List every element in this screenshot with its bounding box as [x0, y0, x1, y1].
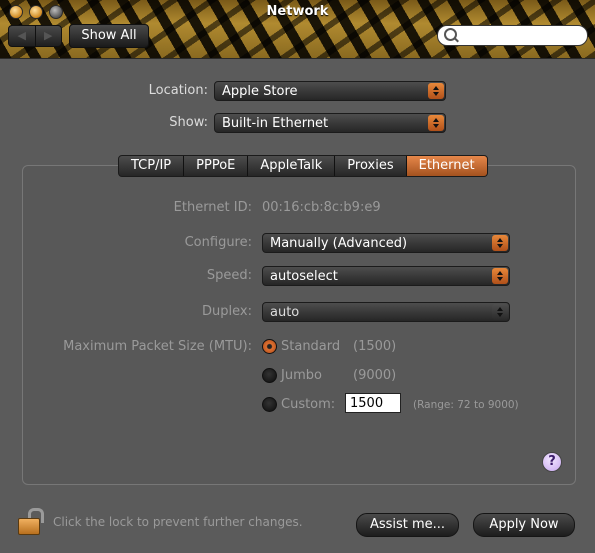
popup-arrows-icon: [492, 268, 508, 284]
duplex-select: auto: [262, 302, 510, 322]
tab-ethernet[interactable]: Ethernet: [406, 156, 487, 176]
configure-label: Configure:: [184, 235, 252, 250]
speed-select[interactable]: autoselect: [262, 266, 510, 286]
speed-value: autoselect: [270, 269, 338, 284]
mtu-custom-field[interactable]: 1500: [345, 393, 401, 413]
location-label: Location:: [148, 83, 208, 98]
configure-select[interactable]: Manually (Advanced): [262, 233, 510, 253]
mtu-jumbo-label: Jumbo: [281, 368, 322, 383]
toolbar: Network ◀ ▶ Show All: [0, 0, 595, 59]
mtu-custom-label: Custom:: [281, 397, 336, 412]
duplex-label: Duplex:: [202, 304, 252, 319]
tab-appletalk[interactable]: AppleTalk: [248, 156, 336, 176]
show-select[interactable]: Built-in Ethernet: [214, 113, 446, 133]
location-select[interactable]: Apple Store: [214, 81, 446, 101]
popup-arrows-icon: [492, 304, 508, 320]
mtu-standard-value: (1500): [353, 339, 397, 354]
assist-me-button[interactable]: Assist me...: [356, 513, 459, 537]
tab-proxies[interactable]: Proxies: [335, 156, 407, 176]
mtu-range-text: (Range: 72 to 9000): [413, 399, 519, 411]
tab-tcpip[interactable]: TCP/IP: [119, 156, 185, 176]
duplex-value: auto: [270, 305, 300, 320]
configure-value: Manually (Advanced): [270, 236, 408, 251]
mtu-jumbo-value: (9000): [353, 368, 397, 383]
back-arrow-icon[interactable]: ◀: [9, 26, 36, 46]
apply-now-button[interactable]: Apply Now: [473, 513, 575, 537]
back-forward-control[interactable]: ◀ ▶: [8, 25, 62, 47]
tab-pppoe[interactable]: PPPoE: [184, 156, 249, 176]
network-preferences-window: Network ◀ ▶ Show All Location: Apple Sto…: [0, 0, 595, 553]
ethernet-id-label: Ethernet ID:: [173, 200, 252, 215]
location-value: Apple Store: [222, 84, 298, 99]
mtu-standard-radio[interactable]: [262, 339, 277, 354]
show-value: Built-in Ethernet: [222, 116, 329, 131]
mtu-custom-radio[interactable]: [262, 397, 277, 412]
help-button[interactable]: ?: [542, 452, 562, 472]
show-label: Show:: [169, 115, 208, 130]
mtu-standard-label: Standard: [281, 339, 341, 354]
lock-icon[interactable]: [18, 508, 44, 535]
ethernet-id-value: 00:16:cb:8c:b9:e9: [262, 200, 381, 215]
speed-label: Speed:: [206, 268, 252, 283]
show-all-button[interactable]: Show All: [69, 24, 149, 48]
lock-body: [18, 518, 40, 535]
popup-arrows-icon: [428, 115, 444, 131]
window-title: Network: [266, 4, 329, 19]
tab-bar: TCP/IP PPPoE AppleTalk Proxies Ethernet: [118, 155, 488, 177]
mtu-label: Maximum Packet Size (MTU):: [63, 339, 252, 354]
lock-message: Click the lock to prevent further change…: [53, 515, 303, 529]
mtu-jumbo-radio[interactable]: [262, 368, 277, 383]
search-input[interactable]: [437, 25, 588, 46]
popup-arrows-icon: [492, 235, 508, 251]
forward-arrow-icon[interactable]: ▶: [36, 26, 62, 46]
search-icon: [444, 28, 457, 41]
popup-arrows-icon: [428, 83, 444, 99]
